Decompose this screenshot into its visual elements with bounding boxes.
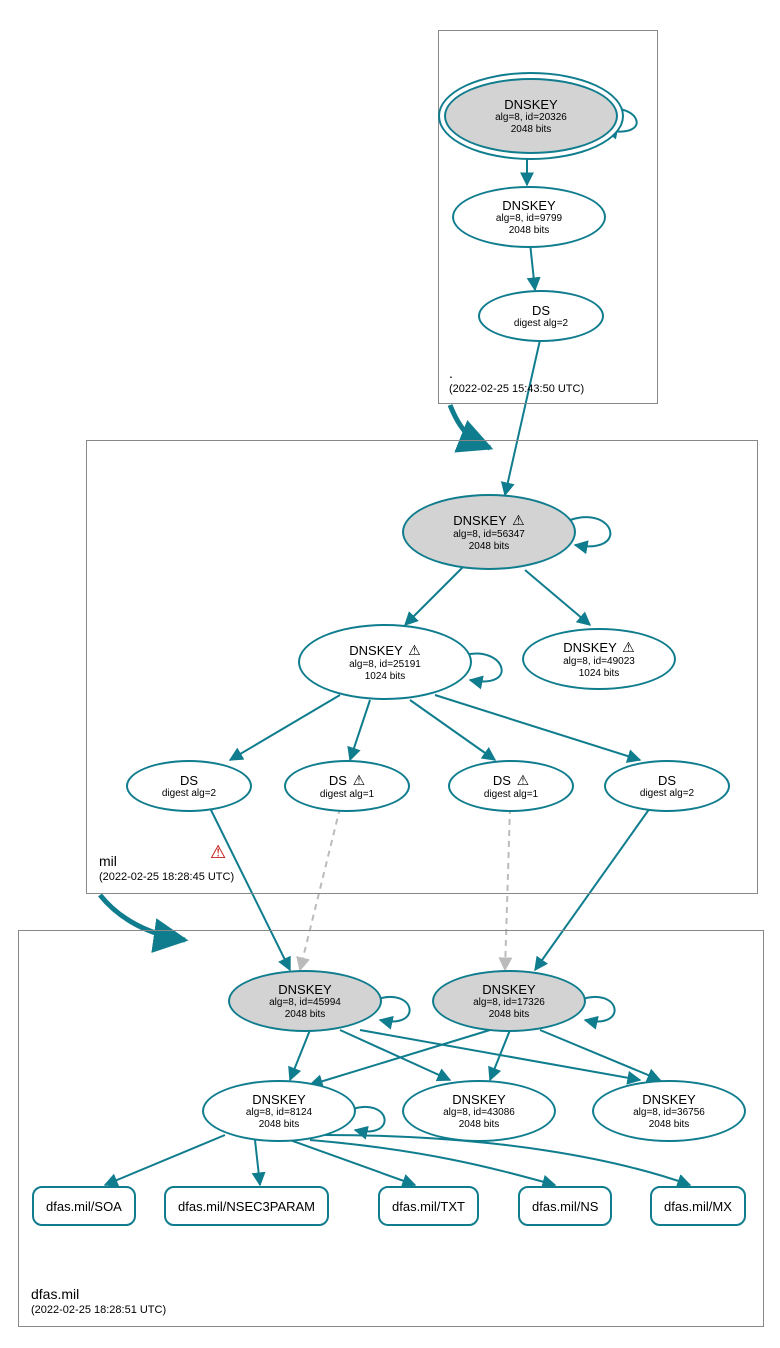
zone-root-ts: (2022-02-25 15:43:50 UTC) (449, 383, 584, 395)
mil-ds2-title-text: DS (329, 773, 347, 788)
dfas-ksk2-l2: 2048 bits (489, 1009, 530, 1021)
dfas-zsk3-l1: alg=8, id=36756 (633, 1107, 705, 1119)
root-zsk-l2: 2048 bits (509, 225, 550, 237)
rr-ns: dfas.mil/NS (518, 1186, 612, 1226)
dfas-zsk2-l1: alg=8, id=43086 (443, 1107, 515, 1119)
mil-zsk1-l1: alg=8, id=25191 (349, 659, 421, 671)
dfas-ksk1-l1: alg=8, id=45994 (269, 997, 341, 1009)
zone-mil-ts: (2022-02-25 18:28:45 UTC) (99, 871, 234, 883)
warning-icon: ⚠ (408, 642, 421, 659)
dfas-zsk2: DNSKEY alg=8, id=43086 2048 bits (402, 1080, 556, 1142)
root-ksk-l1: alg=8, id=20326 (495, 112, 567, 124)
rr-mx: dfas.mil/MX (650, 1186, 746, 1226)
dfas-zsk1-l2: 2048 bits (259, 1119, 300, 1131)
dfas-zsk3-l2: 2048 bits (649, 1119, 690, 1131)
mil-zsk2-title-text: DNSKEY (563, 640, 616, 655)
zone-root-label: . (2022-02-25 15:43:50 UTC) (449, 365, 584, 395)
mil-ds4-title: DS (658, 773, 676, 788)
mil-ds2-title: DS ⚠ (329, 772, 365, 789)
root-ds-l1: digest alg=2 (514, 318, 568, 330)
dfas-zsk1: DNSKEY alg=8, id=8124 2048 bits (202, 1080, 356, 1142)
mil-ds1-title: DS (180, 773, 198, 788)
mil-ksk: DNSKEY ⚠ alg=8, id=56347 2048 bits (402, 494, 576, 570)
mil-ds3-l1: digest alg=1 (484, 789, 538, 801)
mil-ds3-title-text: DS (493, 773, 511, 788)
dfas-ksk1-l2: 2048 bits (285, 1009, 326, 1021)
mil-ds3-title: DS ⚠ (493, 772, 529, 789)
zone-dfas-name: dfas.mil (31, 1286, 79, 1302)
rr-txt: dfas.mil/TXT (378, 1186, 479, 1226)
zone-mil-name: mil (99, 853, 117, 869)
root-ksk-l2: 2048 bits (511, 124, 552, 136)
mil-ksk-title-text: DNSKEY (453, 513, 506, 528)
root-ksk: DNSKEY alg=8, id=20326 2048 bits (444, 78, 618, 154)
mil-ds3: DS ⚠ digest alg=1 (448, 760, 574, 812)
dfas-zsk1-title: DNSKEY (252, 1092, 305, 1107)
mil-ksk-title: DNSKEY ⚠ (453, 512, 524, 529)
mil-zsk2-l1: alg=8, id=49023 (563, 656, 635, 668)
mil-zsk1: DNSKEY ⚠ alg=8, id=25191 1024 bits (298, 624, 472, 700)
mil-ksk-l1: alg=8, id=56347 (453, 529, 525, 541)
rr-soa: dfas.mil/SOA (32, 1186, 136, 1226)
mil-ds2: DS ⚠ digest alg=1 (284, 760, 410, 812)
warning-icon: ⚠ (512, 512, 525, 529)
mil-ksk-l2: 2048 bits (469, 541, 510, 553)
dfas-ksk2-title: DNSKEY (482, 982, 535, 997)
dfas-ksk1-title: DNSKEY (278, 982, 331, 997)
mil-zsk2-l2: 1024 bits (579, 668, 620, 680)
root-ds-title: DS (532, 303, 550, 318)
dfas-zsk2-l2: 2048 bits (459, 1119, 500, 1131)
error-icon: ⚠ (210, 842, 226, 863)
rr-nsec: dfas.mil/NSEC3PARAM (164, 1186, 329, 1226)
root-zsk: DNSKEY alg=8, id=9799 2048 bits (452, 186, 606, 248)
mil-zsk2: DNSKEY ⚠ alg=8, id=49023 1024 bits (522, 628, 676, 690)
mil-ds1: DS digest alg=2 (126, 760, 252, 812)
dfas-ksk2: DNSKEY alg=8, id=17326 2048 bits (432, 970, 586, 1032)
mil-ds4: DS digest alg=2 (604, 760, 730, 812)
mil-zsk2-title: DNSKEY ⚠ (563, 639, 634, 656)
dfas-zsk1-l1: alg=8, id=8124 (246, 1107, 312, 1119)
mil-zsk1-l2: 1024 bits (365, 671, 406, 683)
root-ksk-title: DNSKEY (504, 97, 557, 112)
dfas-ksk1: DNSKEY alg=8, id=45994 2048 bits (228, 970, 382, 1032)
warning-icon: ⚠ (517, 772, 530, 789)
root-ds: DS digest alg=2 (478, 290, 604, 342)
dfas-zsk3: DNSKEY alg=8, id=36756 2048 bits (592, 1080, 746, 1142)
zone-dfas-label: dfas.mil (2022-02-25 18:28:51 UTC) (31, 1286, 166, 1316)
warning-icon: ⚠ (622, 639, 635, 656)
warning-icon: ⚠ (353, 772, 366, 789)
mil-ds1-l1: digest alg=2 (162, 788, 216, 800)
mil-zsk1-title: DNSKEY ⚠ (349, 642, 420, 659)
dfas-ksk2-l1: alg=8, id=17326 (473, 997, 545, 1009)
zone-dfas-ts: (2022-02-25 18:28:51 UTC) (31, 1304, 166, 1316)
mil-ds4-l1: digest alg=2 (640, 788, 694, 800)
root-zsk-title: DNSKEY (502, 198, 555, 213)
root-zsk-l1: alg=8, id=9799 (496, 213, 562, 225)
dfas-zsk3-title: DNSKEY (642, 1092, 695, 1107)
zone-root-name: . (449, 365, 453, 381)
mil-ds2-l1: digest alg=1 (320, 789, 374, 801)
dfas-zsk2-title: DNSKEY (452, 1092, 505, 1107)
mil-zsk1-title-text: DNSKEY (349, 643, 402, 658)
